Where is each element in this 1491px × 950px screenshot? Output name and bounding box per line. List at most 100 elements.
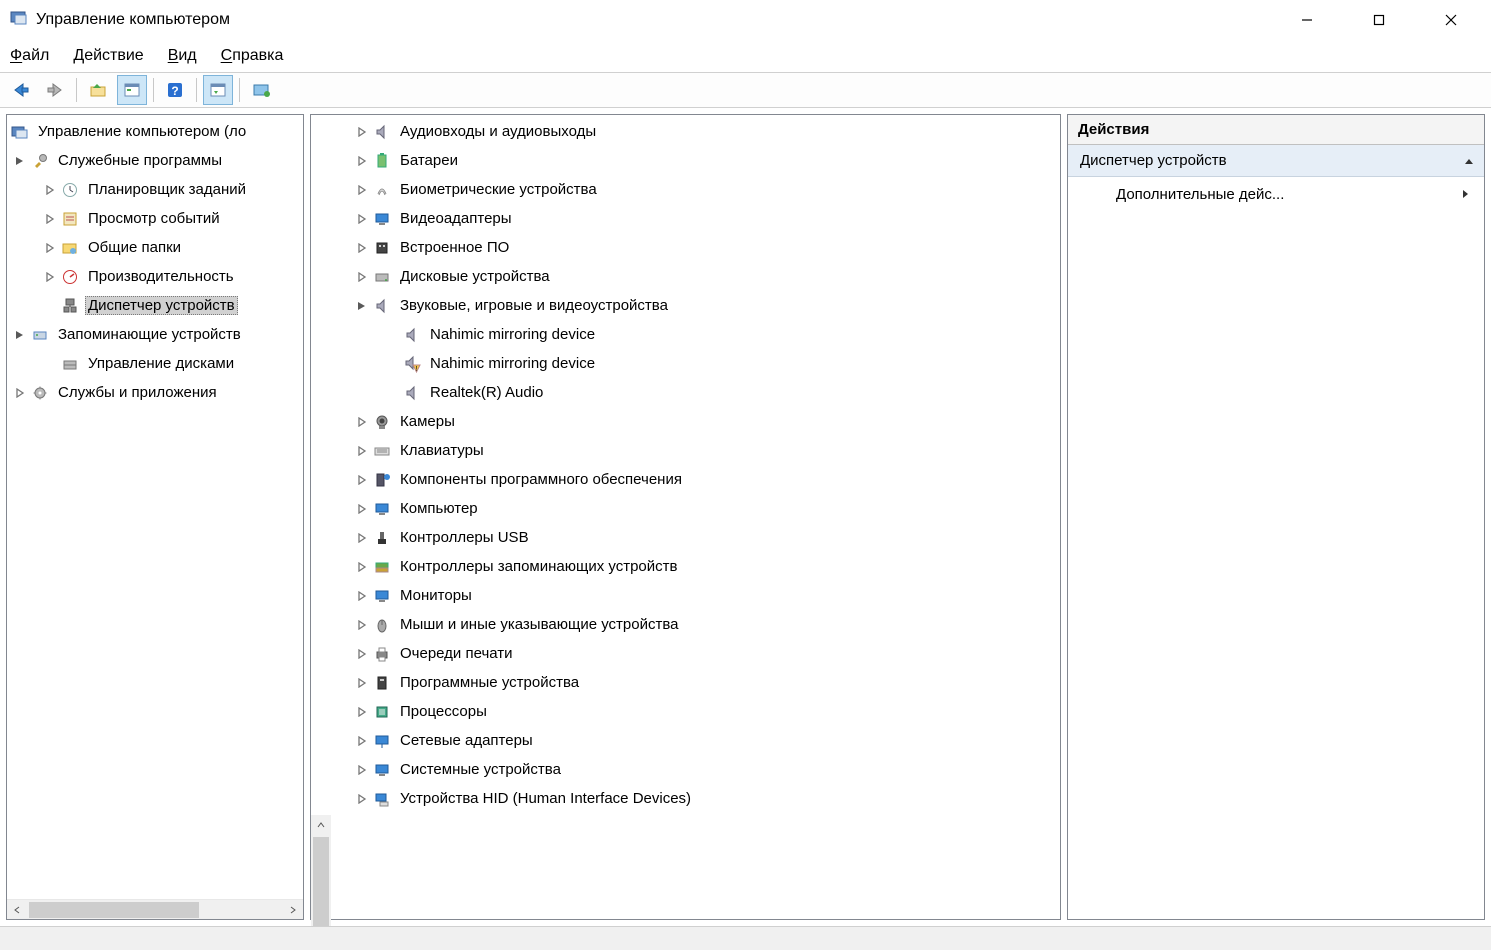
- menu-view[interactable]: Вид: [168, 47, 197, 65]
- device-category-system-devices[interactable]: Системные устройства: [311, 755, 1060, 784]
- device-category-biometric[interactable]: Биометрические устройства: [311, 175, 1060, 204]
- expand-icon[interactable]: [353, 301, 371, 311]
- actions-header: Действия: [1068, 115, 1484, 145]
- device-category-cameras[interactable]: Камеры: [311, 407, 1060, 436]
- tree-node-system-tools[interactable]: Служебные программы: [7, 146, 303, 175]
- forward-button[interactable]: [40, 75, 70, 105]
- expand-icon[interactable]: [41, 185, 59, 195]
- tree-node-storage[interactable]: Запоминающие устройств: [7, 320, 303, 349]
- menu-action[interactable]: Действие: [73, 47, 143, 65]
- speaker-icon: [401, 385, 423, 401]
- battery-icon: [371, 153, 393, 169]
- device-category-software-devices[interactable]: Программные устройства: [311, 668, 1060, 697]
- device-category-disk-drives[interactable]: Дисковые устройства: [311, 262, 1060, 291]
- device-category-print-queues[interactable]: Очереди печати: [311, 639, 1060, 668]
- tree-node-performance[interactable]: Производительность: [7, 262, 303, 291]
- expand-icon[interactable]: [11, 156, 29, 166]
- tree-node-services[interactable]: Службы и приложения: [7, 378, 303, 407]
- scroll-left-icon[interactable]: [7, 900, 27, 920]
- expand-icon[interactable]: [11, 388, 29, 398]
- menu-file[interactable]: Файл: [10, 47, 49, 65]
- device-manager-icon: [59, 298, 81, 314]
- device-category-firmware[interactable]: Встроенное ПО: [311, 233, 1060, 262]
- software-device-icon: [371, 675, 393, 691]
- minimize-button[interactable]: [1271, 0, 1343, 40]
- disk-drive-icon: [371, 269, 393, 285]
- chevron-right-icon: [1462, 186, 1470, 203]
- expand-icon[interactable]: [353, 765, 371, 775]
- collapse-icon[interactable]: [1464, 152, 1474, 169]
- processor-icon: [371, 704, 393, 720]
- speaker-icon: [401, 327, 423, 343]
- tree-node-shared-folders[interactable]: Общие папки: [7, 233, 303, 262]
- device-category-network-adapters[interactable]: Сетевые адаптеры: [311, 726, 1060, 755]
- expand-icon[interactable]: [353, 417, 371, 427]
- device-category-audio-io[interactable]: Аудиовходы и аудиовыходы: [311, 117, 1060, 146]
- tree-node-event-viewer[interactable]: Просмотр событий: [7, 204, 303, 233]
- expand-icon[interactable]: [41, 214, 59, 224]
- tree-node-device-manager[interactable]: Диспетчер устройств: [7, 291, 303, 320]
- actions-more[interactable]: Дополнительные дейс...: [1068, 177, 1484, 211]
- expand-icon[interactable]: [353, 533, 371, 543]
- expand-icon[interactable]: [353, 214, 371, 224]
- scroll-thumb[interactable]: [29, 902, 199, 918]
- device-category-usb-controllers[interactable]: Контроллеры USB: [311, 523, 1060, 552]
- scroll-right-icon[interactable]: [283, 900, 303, 920]
- scroll-up-icon[interactable]: [311, 815, 331, 835]
- mouse-icon: [371, 617, 393, 633]
- device-tree: Аудиовходы и аудиовыходы Батареи Биометр…: [310, 114, 1061, 920]
- device-category-display-adapters[interactable]: Видеоадаптеры: [311, 204, 1060, 233]
- expand-icon[interactable]: [353, 504, 371, 514]
- expand-icon[interactable]: [41, 243, 59, 253]
- printer-icon: [371, 646, 393, 662]
- expand-icon[interactable]: [353, 620, 371, 630]
- device-category-storage-controllers[interactable]: Контроллеры запоминающих устройств: [311, 552, 1060, 581]
- help-button[interactable]: ?: [160, 75, 190, 105]
- actions-section[interactable]: Диспетчер устройств: [1068, 145, 1484, 177]
- device-category-computer[interactable]: Компьютер: [311, 494, 1060, 523]
- close-button[interactable]: [1415, 0, 1487, 40]
- device-category-batteries[interactable]: Батареи: [311, 146, 1060, 175]
- console-tree: Управление компьютером (ло Служебные про…: [6, 114, 304, 920]
- maximize-button[interactable]: [1343, 0, 1415, 40]
- expand-icon[interactable]: [11, 330, 29, 340]
- device-nahimic-2[interactable]: !Nahimic mirroring device: [311, 349, 1060, 378]
- refresh-button[interactable]: [246, 75, 276, 105]
- tree-node-disk-management[interactable]: Управление дисками: [7, 349, 303, 378]
- expand-icon[interactable]: [41, 272, 59, 282]
- expand-icon[interactable]: [353, 127, 371, 137]
- tree-node-task-scheduler[interactable]: Планировщик заданий: [7, 175, 303, 204]
- device-category-sound[interactable]: Звуковые, игровые и видеоустройства: [311, 291, 1060, 320]
- expand-icon[interactable]: [353, 678, 371, 688]
- expand-icon[interactable]: [353, 446, 371, 456]
- expand-icon[interactable]: [353, 475, 371, 485]
- app-icon: [10, 9, 28, 31]
- device-category-software-components[interactable]: Компоненты программного обеспечения: [311, 465, 1060, 494]
- performance-icon: [59, 269, 81, 285]
- expand-icon[interactable]: [353, 707, 371, 717]
- expand-icon[interactable]: [353, 185, 371, 195]
- expand-icon[interactable]: [353, 591, 371, 601]
- device-category-keyboards[interactable]: Клавиатуры: [311, 436, 1060, 465]
- device-category-mice[interactable]: Мыши и иные указывающие устройства: [311, 610, 1060, 639]
- expand-icon[interactable]: [353, 562, 371, 572]
- tree-node-root[interactable]: Управление компьютером (ло: [7, 117, 303, 146]
- action-pane-button[interactable]: [203, 75, 233, 105]
- device-nahimic-1[interactable]: Nahimic mirroring device: [311, 320, 1060, 349]
- speaker-icon: [371, 124, 393, 140]
- device-category-hid[interactable]: Устройства HID (Human Interface Devices): [311, 784, 1060, 813]
- up-button[interactable]: [83, 75, 113, 105]
- menu-help[interactable]: Справка: [221, 47, 284, 65]
- expand-icon[interactable]: [353, 272, 371, 282]
- expand-icon[interactable]: [353, 794, 371, 804]
- device-category-processors[interactable]: Процессоры: [311, 697, 1060, 726]
- properties-button[interactable]: [117, 75, 147, 105]
- device-realtek-audio[interactable]: Realtek(R) Audio: [311, 378, 1060, 407]
- expand-icon[interactable]: [353, 156, 371, 166]
- expand-icon[interactable]: [353, 649, 371, 659]
- expand-icon[interactable]: [353, 736, 371, 746]
- expand-icon[interactable]: [353, 243, 371, 253]
- device-category-monitors[interactable]: Мониторы: [311, 581, 1060, 610]
- back-button[interactable]: [6, 75, 36, 105]
- horizontal-scrollbar[interactable]: [7, 899, 303, 919]
